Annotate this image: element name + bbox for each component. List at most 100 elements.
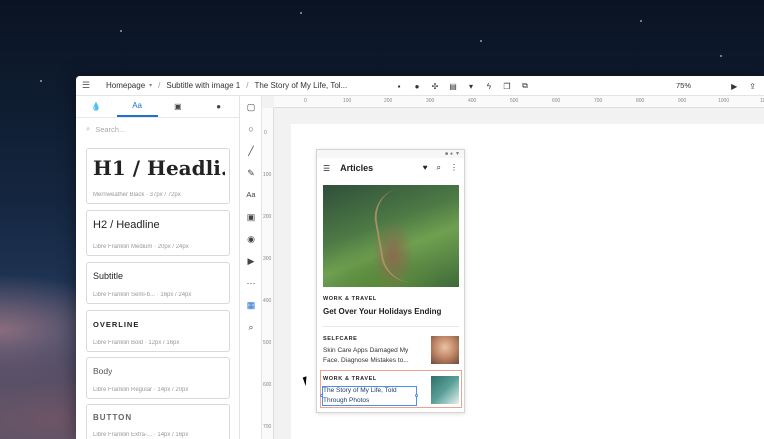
ruler-tick: 0 bbox=[264, 130, 267, 136]
ruler-tick: 300 bbox=[263, 256, 272, 262]
breadcrumb-story[interactable]: The Story of My Life, Tol... bbox=[254, 81, 347, 90]
top-bar: ☰ Homepage ▾ / Subtitle with image 1 / T… bbox=[76, 76, 764, 96]
tab-colors[interactable]: 💧 bbox=[76, 96, 117, 117]
lightning-icon[interactable]: ϟ bbox=[484, 82, 494, 91]
star bbox=[480, 40, 482, 42]
video-tool-icon[interactable]: ▶ bbox=[240, 256, 262, 267]
story1-thumbnail[interactable] bbox=[431, 336, 459, 364]
style-meta: Libre Franklin Extra-... · 14px / 16px bbox=[93, 432, 189, 438]
featured-headline[interactable]: Get Over Your Holidays Ending bbox=[323, 307, 441, 316]
zoom-level[interactable]: 75% bbox=[676, 76, 691, 96]
style-name: H2 / Headline bbox=[93, 219, 160, 231]
story1-title-line2[interactable]: Face. Diagnose Mistakes to... bbox=[323, 356, 409, 366]
panel-tabs: 💧 Aa ▣ ● bbox=[76, 96, 239, 118]
line-tool-icon[interactable]: ╱ bbox=[240, 146, 262, 157]
tool-column: ▢ ○ ╱ ✎ Aa ▣ ◉ ▶ ⋯ ▦ ⌕ bbox=[240, 96, 262, 439]
ruler-tick: 800 bbox=[636, 98, 645, 104]
battery-icon: ▼ bbox=[455, 151, 460, 157]
breadcrumb-subtitle[interactable]: Subtitle with image 1 bbox=[166, 81, 240, 90]
hamburger-menu-icon[interactable]: ☰ bbox=[323, 164, 330, 173]
ruler-tick: 500 bbox=[510, 98, 519, 104]
story2-title-line2[interactable]: Through Photos bbox=[323, 396, 369, 406]
pen-tool-icon[interactable]: ✎ bbox=[240, 168, 262, 179]
signal-icon: ■ bbox=[444, 151, 449, 157]
ruler-tick: 200 bbox=[384, 98, 393, 104]
play-icon[interactable]: ▶ bbox=[731, 82, 737, 91]
ruler-tick: 700 bbox=[263, 424, 272, 430]
ruler-left: 0 100 200 300 400 500 600 700 bbox=[262, 108, 274, 439]
star bbox=[120, 30, 122, 32]
phone-status-bar: ■ ● ▼ bbox=[317, 150, 464, 158]
toolbar: ▪ ● ✣ ▤ ▾ ϟ ❐ ⧉ bbox=[394, 76, 530, 96]
ruler-tick: 1100 bbox=[760, 98, 764, 104]
folder-icon[interactable]: ▪ bbox=[394, 82, 404, 91]
style-name: Body bbox=[93, 366, 113, 376]
layout-icon[interactable]: ▤ bbox=[448, 82, 458, 91]
image-tool-icon[interactable]: ▣ bbox=[240, 212, 262, 223]
ruler-tick: 600 bbox=[552, 98, 561, 104]
style-meta: Merriweather Black · 37px / 72px bbox=[93, 192, 181, 198]
chevron-down-icon[interactable]: ▾ bbox=[149, 82, 152, 89]
text-style-overline[interactable]: OVERLINE Libre Franklin Bold · 12px / 16… bbox=[86, 310, 230, 352]
badge-icon: ● bbox=[216, 102, 222, 111]
phone-app-bar: ☰ Articles ♥ ⌕ ⋮ bbox=[317, 158, 464, 178]
search-icon[interactable]: ⌕ bbox=[437, 163, 441, 173]
star bbox=[300, 12, 302, 14]
text-style-body[interactable]: Body Libre Franklin Regular · 14px / 20p… bbox=[86, 357, 230, 399]
story2-thumbnail[interactable] bbox=[431, 376, 459, 404]
text-style-h2[interactable]: H2 / Headline Libre Franklin Medium · 20… bbox=[86, 210, 230, 256]
breadcrumb: Homepage ▾ / Subtitle with image 1 / The… bbox=[106, 81, 347, 90]
search-input[interactable]: ⌕ Search... bbox=[76, 118, 239, 140]
style-meta: Libre Franklin Semi-b... · 16px / 24px bbox=[93, 292, 192, 298]
story2-title-line1[interactable]: The Story of My Life, Told bbox=[323, 386, 397, 396]
tab-images[interactable]: ▣ bbox=[158, 96, 199, 117]
badge-icon[interactable]: ● bbox=[412, 82, 422, 91]
share-icon[interactable]: ⇪ bbox=[749, 82, 756, 91]
phone-artboard[interactable]: ■ ● ▼ ☰ Articles ♥ ⌕ ⋮ WORK & TRAVEL Get… bbox=[316, 149, 465, 413]
distribute-icon[interactable]: ✣ bbox=[430, 82, 440, 91]
right-toolbar: ▶ ⇪ bbox=[731, 76, 756, 96]
style-name: BUTTON bbox=[93, 413, 133, 422]
breadcrumb-separator: / bbox=[246, 81, 249, 90]
ruler-tick: 0 bbox=[304, 98, 307, 104]
featured-kicker: WORK & TRAVEL bbox=[323, 296, 377, 302]
heart-icon[interactable]: ♥ bbox=[423, 163, 428, 173]
style-name: Subtitle bbox=[93, 271, 124, 281]
style-meta: Libre Franklin Regular · 14px / 20px bbox=[93, 387, 189, 393]
layers-icon[interactable]: ❐ bbox=[502, 82, 512, 91]
style-meta: Libre Franklin Medium · 20px / 24px bbox=[93, 244, 189, 250]
tab-components[interactable]: ● bbox=[198, 96, 239, 117]
more-icon[interactable]: ⋯ bbox=[240, 278, 262, 289]
rectangle-tool-icon[interactable]: ▢ bbox=[240, 102, 262, 113]
text-tool-icon[interactable]: Aa bbox=[240, 190, 262, 199]
story2-kicker: WORK & TRAVEL bbox=[323, 376, 377, 382]
star bbox=[40, 80, 42, 82]
ruler-tick: 300 bbox=[426, 98, 435, 104]
ruler-tick: 700 bbox=[594, 98, 603, 104]
more-vertical-icon[interactable]: ⋮ bbox=[450, 163, 458, 173]
story1-kicker: SELFCARE bbox=[323, 336, 358, 342]
ruler-tick: 200 bbox=[263, 214, 272, 220]
text-style-button[interactable]: BUTTON Libre Franklin Extra-... · 14px /… bbox=[86, 404, 230, 439]
search-icon[interactable]: ⌕ bbox=[240, 322, 262, 333]
search-icon: ⌕ bbox=[86, 124, 91, 133]
resize-handle[interactable] bbox=[415, 394, 418, 397]
text-style-h1[interactable]: H1 / Headli... Merriweather Black · 37px… bbox=[86, 148, 230, 204]
story1-title-line1[interactable]: Skin Care Apps Damaged My bbox=[323, 346, 408, 356]
link-icon[interactable]: ⧉ bbox=[520, 81, 530, 91]
location-tool-icon[interactable]: ◉ bbox=[240, 234, 262, 245]
star bbox=[640, 20, 642, 22]
ellipse-tool-icon[interactable]: ○ bbox=[240, 124, 262, 134]
resize-handle[interactable] bbox=[320, 394, 323, 397]
text-style-subtitle[interactable]: Subtitle Libre Franklin Semi-b... · 16px… bbox=[86, 262, 230, 304]
hamburger-menu-icon[interactable]: ☰ bbox=[76, 76, 96, 96]
search-placeholder: Search... bbox=[95, 124, 126, 134]
breadcrumb-homepage[interactable]: Homepage bbox=[106, 81, 145, 90]
hero-image[interactable] bbox=[323, 185, 459, 287]
divider bbox=[323, 326, 459, 327]
tab-text-styles[interactable]: Aa bbox=[116, 96, 158, 117]
grid-tool-icon[interactable]: ▦ bbox=[240, 300, 262, 311]
chevron-down-icon[interactable]: ▾ bbox=[466, 82, 476, 91]
wifi-icon: ● bbox=[450, 151, 454, 157]
ruler-tick: 600 bbox=[263, 382, 272, 388]
